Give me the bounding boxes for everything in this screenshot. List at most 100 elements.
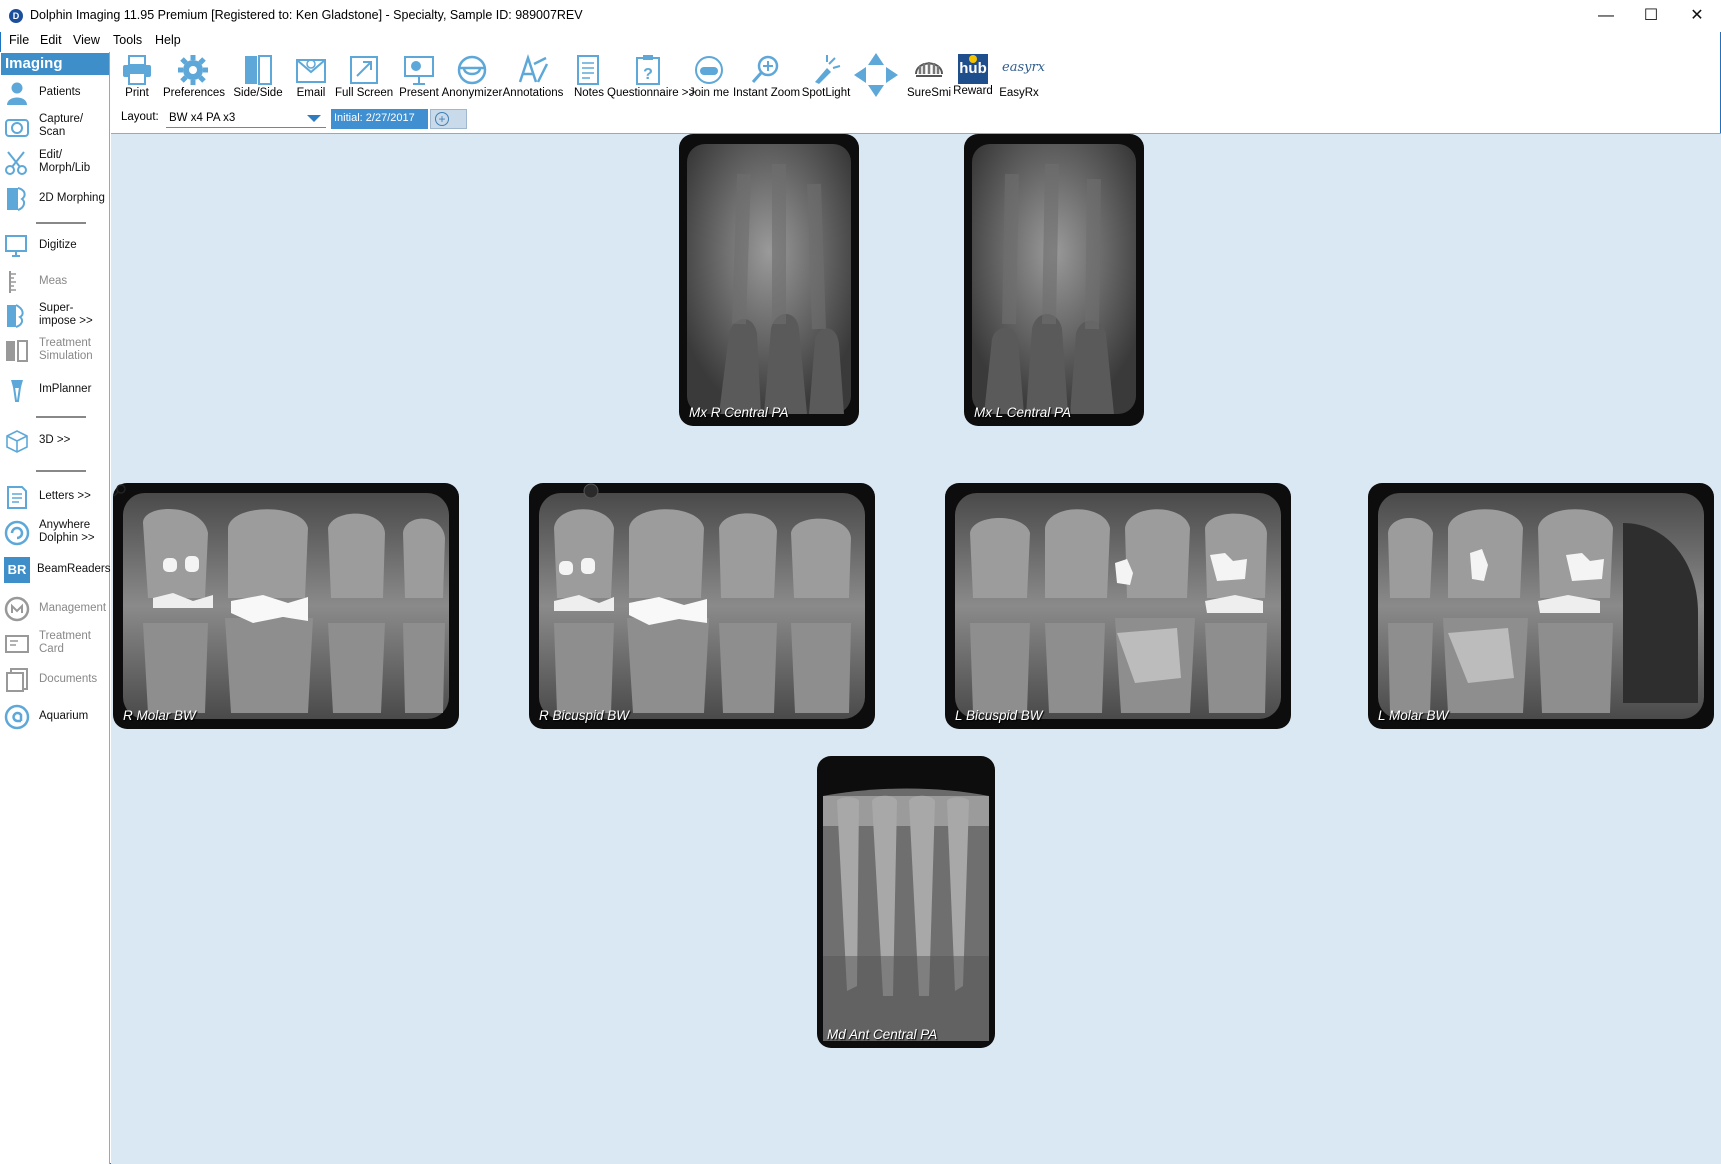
xray-mx-l-central-pa[interactable]: Mx L Central PA bbox=[964, 134, 1144, 426]
email-button[interactable]: Email bbox=[291, 52, 331, 104]
tool-label: Notes bbox=[573, 87, 605, 99]
sidebar-item-label: Anywhere Dolphin >> bbox=[39, 519, 95, 544]
layout-dropdown[interactable]: BW x4 PA x3 bbox=[166, 109, 326, 128]
sidebar-item-implanner[interactable]: ImPlanner bbox=[4, 373, 108, 407]
move-arrows-icon bbox=[854, 53, 898, 97]
spotlight-button[interactable]: SpotLight bbox=[801, 52, 851, 104]
imaging-sidebar: Imaging Patients Capture/ Scan Edit/ Mor… bbox=[0, 52, 111, 1164]
card-icon bbox=[5, 635, 29, 653]
annotations-icon bbox=[518, 54, 549, 83]
chevron-down-icon[interactable] bbox=[307, 115, 321, 122]
sidebar-item-management[interactable]: Management bbox=[4, 592, 108, 626]
email-icon bbox=[296, 59, 326, 83]
xray-r-bicuspid-bw[interactable]: R Bicuspid BW bbox=[529, 483, 875, 729]
tool-label: SureSmi bbox=[907, 87, 952, 99]
xray-label: Mx L Central PA bbox=[974, 405, 1072, 420]
reward-button[interactable]: hub Reward bbox=[951, 52, 995, 104]
sidebar-header: Imaging bbox=[1, 53, 109, 75]
sidebar-item-3d[interactable]: 3D >> bbox=[4, 424, 108, 458]
sidebar-item-capture-scan[interactable]: Capture/ Scan bbox=[4, 110, 108, 144]
notes-icon bbox=[577, 55, 599, 85]
xray-l-molar-bw[interactable]: L Molar BW bbox=[1368, 483, 1714, 729]
print-button[interactable]: Print bbox=[117, 52, 157, 104]
sidebar-item-aquarium[interactable]: Aquarium bbox=[4, 700, 108, 734]
xray-label: Mx R Central PA bbox=[689, 405, 789, 420]
sidebar-item-label: Meas bbox=[39, 275, 68, 287]
ruler-icon bbox=[9, 271, 16, 293]
notes-button[interactable]: Notes bbox=[569, 52, 609, 104]
image-workspace: Mx R Central PA Mx L Central PA R Molar … bbox=[111, 133, 1721, 1164]
menu-file[interactable]: File bbox=[9, 33, 29, 47]
fullscreen-icon bbox=[350, 56, 378, 84]
profile-morph-icon bbox=[7, 187, 26, 211]
annotations-button[interactable]: Annotations bbox=[498, 52, 568, 104]
maximize-button[interactable]: ☐ bbox=[1628, 0, 1674, 32]
sidebar-item-meas[interactable]: Meas bbox=[4, 265, 108, 299]
xray-md-ant-central-pa[interactable]: Md Ant Central PA bbox=[817, 756, 995, 1048]
main-toolbar: Print Preferences Side/Side Email Full S… bbox=[111, 52, 1721, 104]
window-title: Dolphin Imaging 11.95 Premium [Registere… bbox=[30, 8, 583, 22]
sidebar-item-digitize[interactable]: Digitize bbox=[4, 229, 108, 263]
sidebar-item-documents[interactable]: Documents bbox=[4, 663, 108, 697]
questionnaire-button[interactable]: ? Questionnaire >> bbox=[607, 52, 696, 104]
sidebar-item-label: Documents bbox=[39, 673, 98, 685]
anonymizer-button[interactable]: Anonymizer bbox=[441, 52, 503, 104]
sidebar-item-anywhere-dolphin[interactable]: Anywhere Dolphin >> bbox=[4, 516, 108, 550]
xray-mx-r-central-pa[interactable]: Mx R Central PA bbox=[679, 134, 859, 426]
sidebar-item-patients[interactable]: Patients bbox=[4, 76, 108, 110]
sidebar-item-label: Treatment Card bbox=[39, 630, 91, 655]
sidebar-separator bbox=[36, 416, 86, 418]
sidebar-item-treatment-card[interactable]: Treatment Card bbox=[4, 627, 108, 661]
xray-l-bicuspid-bw[interactable]: L Bicuspid BW bbox=[945, 483, 1291, 729]
sidebar-item-2d-morphing[interactable]: 2D Morphing bbox=[4, 182, 108, 216]
add-timepoint-button[interactable]: + bbox=[430, 109, 467, 129]
sidebar-item-label: BeamReaders bbox=[37, 563, 111, 575]
full-screen-button[interactable]: Full Screen bbox=[335, 52, 393, 104]
management-icon bbox=[4, 596, 30, 622]
camera-icon bbox=[5, 119, 29, 137]
sidebar-item-label: Aquarium bbox=[39, 710, 89, 722]
preferences-button[interactable]: Preferences bbox=[163, 52, 225, 104]
sidebar-item-label: ImPlanner bbox=[39, 383, 92, 395]
xray-image bbox=[972, 144, 1136, 414]
menu-view[interactable]: View bbox=[73, 33, 100, 47]
minimize-button[interactable]: — bbox=[1583, 0, 1629, 32]
sidebar-item-label: 2D Morphing bbox=[39, 192, 105, 204]
close-button[interactable]: ✕ bbox=[1674, 0, 1720, 32]
tool-label: SpotLight bbox=[801, 87, 851, 99]
joinme-icon bbox=[695, 56, 723, 84]
menu-edit[interactable]: Edit bbox=[40, 33, 62, 47]
title-bar[interactable]: D Dolphin Imaging 11.95 Premium [Registe… bbox=[0, 0, 1721, 32]
menu-help[interactable]: Help bbox=[155, 33, 181, 47]
sidebar-item-superimpose[interactable]: Super- impose >> bbox=[4, 299, 108, 333]
br-icon: BR bbox=[4, 557, 30, 583]
timepoint-tab[interactable]: Initial: 2/27/2017 bbox=[331, 109, 428, 129]
suresmile-button[interactable]: SureSmi bbox=[907, 52, 951, 104]
hub-sun bbox=[969, 55, 977, 63]
present-button[interactable]: Present bbox=[396, 52, 442, 104]
printer-icon bbox=[123, 55, 151, 85]
side-by-side-button[interactable]: Side/Side bbox=[231, 52, 285, 104]
menu-bar: File Edit View Tools Help bbox=[0, 30, 1721, 52]
sidebar-separator bbox=[36, 470, 86, 472]
easyrx-button[interactable]: easyrx EasyRx bbox=[997, 52, 1045, 104]
move-arrows-button[interactable] bbox=[851, 52, 901, 104]
documents-icon bbox=[6, 668, 28, 692]
tool-label: Instant Zoom bbox=[733, 87, 801, 99]
sidebar-separator bbox=[36, 222, 86, 224]
tool-label: Side/Side bbox=[233, 87, 283, 99]
tool-label: Questionnaire >> bbox=[607, 87, 696, 99]
sidebar-item-beamreaders[interactable]: BR BeamReaders bbox=[4, 553, 111, 587]
letters-icon bbox=[7, 486, 27, 509]
join-me-button[interactable]: Join me bbox=[687, 52, 731, 104]
instant-zoom-button[interactable]: Instant Zoom bbox=[733, 52, 801, 104]
menu-tools[interactable]: Tools bbox=[113, 33, 142, 47]
sidebar-item-treatment-simulation[interactable]: Treatment Simulation bbox=[4, 334, 108, 368]
sidebar-item-letters[interactable]: Letters >> bbox=[4, 480, 108, 514]
sidebar-item-edit-morph[interactable]: Edit/ Morph/Lib bbox=[4, 146, 108, 180]
xray-image bbox=[1378, 493, 1704, 719]
xray-r-molar-bw[interactable]: R Molar BW bbox=[113, 483, 459, 729]
xray-image bbox=[687, 144, 851, 414]
aquarium-icon bbox=[4, 704, 30, 730]
xray-label: R Molar BW bbox=[123, 708, 196, 723]
